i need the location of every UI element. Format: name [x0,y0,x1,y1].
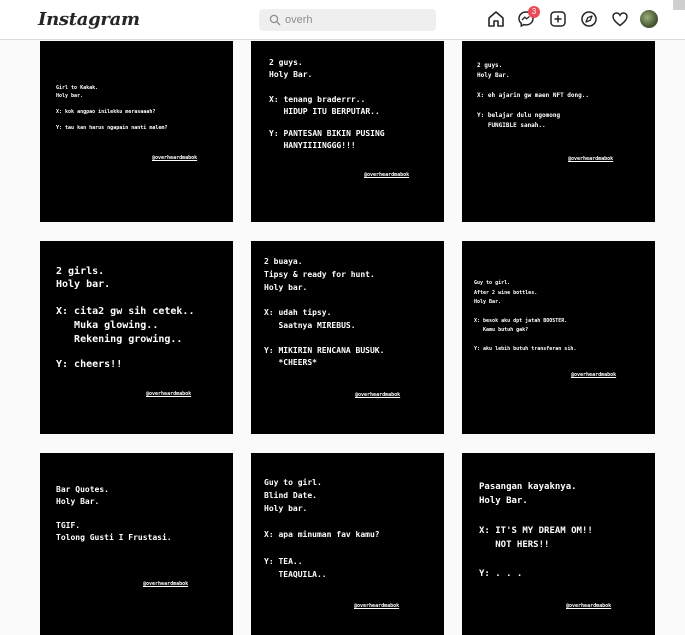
post-line: X: cita2 gw sih cetek.. [56,306,195,317]
post-line: Pasangan kayaknya. [479,482,577,492]
post-line: Holy Bar. [479,496,528,506]
post-line: Holy bar. [56,279,111,290]
post-line: Muka glowing.. [56,320,159,331]
post-line: 2 guys. [477,62,503,69]
post-line: After 2 wine bottles. [474,290,538,296]
notification-badge: 3 [528,6,540,18]
post-line: Bar Quotes. [56,485,109,494]
post-line: X: udah tipsy. [264,308,332,317]
post-line: TEAQUILA.. [264,570,327,579]
post-line: Holy Bar. [477,72,510,79]
post-credit: @overheardmabok [146,391,192,397]
post-line: Y: aku lebih butuh transferan sih. [474,346,577,352]
post-line: Y: TEA.. [264,557,303,566]
explore-icon [581,11,597,27]
post-credit: @overheardmabok [364,172,410,178]
post-line: Holy bar. [264,283,308,292]
post-tile-7[interactable]: Bar Quotes. Holy Bar. TGIF. Tolong Gusti… [40,453,233,635]
post-line: FUNGIBLE sanah.. [477,122,546,129]
post-line: X: eh ajarin gw maen NFT dong.. [477,92,589,99]
post-line: Holy Bar. [56,497,100,506]
post-tile-4[interactable]: 2 girls. Holy bar. X: cita2 gw sih cetek… [40,241,233,434]
post-line: Tolong Gusti I Frustasi. [56,533,172,542]
post-line: Y: . . . [479,569,523,579]
new-post-icon [550,11,566,27]
new-post-button[interactable] [549,10,567,30]
post-line: HANYIIIINGGG!!! [269,141,356,150]
top-navigation-bar: Instagram 3 [0,0,685,40]
post-line: X: IT'S MY DREAM OM!! [479,526,593,536]
post-line: X: besok aku dpt jatah BOOSTER. [474,318,568,324]
post-tile-3[interactable]: 2 guys. Holy Bar. X: eh ajarin gw maen N… [462,41,655,222]
activity-button[interactable] [611,10,629,30]
post-credit: @overheardmabok [571,372,617,378]
post-line: Y: cheers!! [56,359,123,370]
post-tile-8[interactable]: Guy to girl. Blind Date. Holy bar. X: ap… [251,453,444,635]
search-icon [269,14,281,26]
post-credit: @overheardmabok [566,603,612,609]
instagram-logo[interactable]: Instagram [38,9,140,30]
post-line: Rekening growing.. [56,334,183,345]
post-line: Guy to girl. [474,280,511,286]
post-line: Y: tau kan harus ngapain nanti malem? [56,125,168,131]
scrollbar-thumb[interactable] [673,0,685,10]
home-icon [488,11,504,27]
direct-messages-button[interactable]: 3 [517,6,540,30]
post-tile-5[interactable]: 2 buaya. Tipsy & ready for hunt. Holy ba… [251,241,444,434]
post-credit: @overheardmabok [568,156,614,162]
post-credit: @overheardmabok [354,603,400,609]
post-line: Y: belajar dulu ngomong [477,112,561,119]
post-line: Holy bar. [264,504,308,513]
post-line: X: apa minuman fav kamu? [264,530,380,539]
post-line: Holy Bar. [474,299,502,305]
post-credit: @overheardmabok [355,392,401,398]
post-line: TGIF. [56,521,81,530]
explore-button[interactable] [580,10,598,30]
post-line: *CHEERS* [264,358,317,367]
post-line: 2 buaya. [264,257,303,266]
post-line: X: kok angpao inilekku merasaaah? [56,109,156,115]
post-line: Y: PANTESAN BIKIN PUSING [269,129,385,138]
post-line: 2 guys. [269,58,303,67]
post-credit: @overheardmabok [152,155,198,161]
post-tile-9[interactable]: Pasangan kayaknya. Holy Bar. X: IT'S MY … [462,453,655,635]
post-line: Holy Bar. [269,70,313,79]
home-button[interactable] [487,10,505,30]
search-input[interactable] [285,12,425,28]
post-tile-2[interactable]: 2 guys. Holy Bar. X: tenang braderrr.. H… [251,41,444,222]
post-credit: @overheardmabok [143,581,189,587]
post-line: X: tenang braderrr.. [269,95,366,104]
post-line: Y: MIKIRIN RENCANA BUSUK. [264,346,385,355]
post-tile-1[interactable]: Girl to Kakak. Holy bar. X: kok angpao i… [40,41,233,222]
post-line: Guy to girl. [264,478,322,487]
post-line: 2 girls. [56,266,105,277]
post-line: NOT HERS!! [479,540,550,550]
activity-heart-icon [612,12,628,27]
post-line: Blind Date. [264,491,317,500]
post-line: Saatnya MIREBUS. [264,321,356,330]
post-line: Holy bar. [56,93,84,99]
post-line: Kamu butuh gak? [474,327,529,333]
post-line: Tipsy & ready for hunt. [264,270,375,279]
profile-avatar[interactable] [640,10,658,28]
search-box[interactable] [259,9,436,31]
post-line: Girl to Kakak. [56,85,99,91]
post-line: HIDUP ITU BERPUTAR.. [269,107,380,116]
post-tile-6[interactable]: Guy to girl. After 2 wine bottles. Holy … [462,241,655,434]
